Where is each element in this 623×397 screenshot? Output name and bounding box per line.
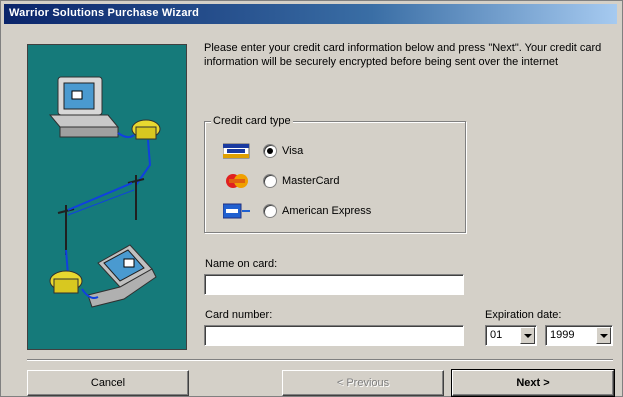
expiration-year-value: 1999 (550, 329, 575, 341)
network-illustration (27, 44, 187, 350)
divider (27, 359, 613, 361)
option-mastercard[interactable]: MasterCard (223, 171, 339, 191)
visa-radio[interactable] (263, 144, 277, 158)
instructions-text: Please enter your credit card informatio… (204, 42, 602, 68)
expiration-month-value: 01 (490, 329, 503, 341)
mastercard-icon (223, 173, 251, 189)
name-on-card-input[interactable] (204, 274, 464, 295)
desktop-computer-icon (48, 76, 120, 138)
wizard-window: Warrior Solutions Purchase Wizard Please… (0, 0, 623, 397)
card-number-input[interactable] (204, 325, 464, 346)
amex-label: American Express (282, 205, 372, 217)
telephone-icon (49, 270, 83, 294)
card-number-label: Card number: (205, 309, 273, 321)
amex-radio[interactable] (263, 204, 277, 218)
mastercard-radio[interactable] (263, 174, 277, 188)
option-visa[interactable]: Visa (222, 141, 304, 161)
visa-card-icon (222, 143, 251, 159)
title-bar[interactable]: Warrior Solutions Purchase Wizard (4, 4, 617, 24)
telephone-pole-icon (57, 175, 145, 255)
chevron-down-icon[interactable] (596, 327, 611, 344)
next-button[interactable]: Next > (451, 369, 615, 397)
previous-button[interactable]: < Previous (282, 370, 444, 396)
telephone-icon (131, 119, 161, 140)
computer-network-art (48, 76, 161, 308)
cancel-button[interactable]: Cancel (27, 370, 189, 396)
card-type-group-label: Credit card type (211, 115, 293, 127)
name-on-card-label: Name on card: (205, 258, 278, 270)
expiration-month-select[interactable]: 01 (485, 325, 537, 346)
expiration-date-label: Expiration date: (485, 309, 562, 321)
amex-card-icon (222, 203, 251, 219)
mastercard-label: MasterCard (282, 175, 340, 187)
chevron-down-icon[interactable] (520, 327, 535, 344)
expiration-year-select[interactable]: 1999 (545, 325, 613, 346)
visa-label: Visa (282, 145, 304, 157)
window-title: Warrior Solutions Purchase Wizard (9, 7, 200, 19)
option-amex[interactable]: American Express (222, 201, 372, 221)
